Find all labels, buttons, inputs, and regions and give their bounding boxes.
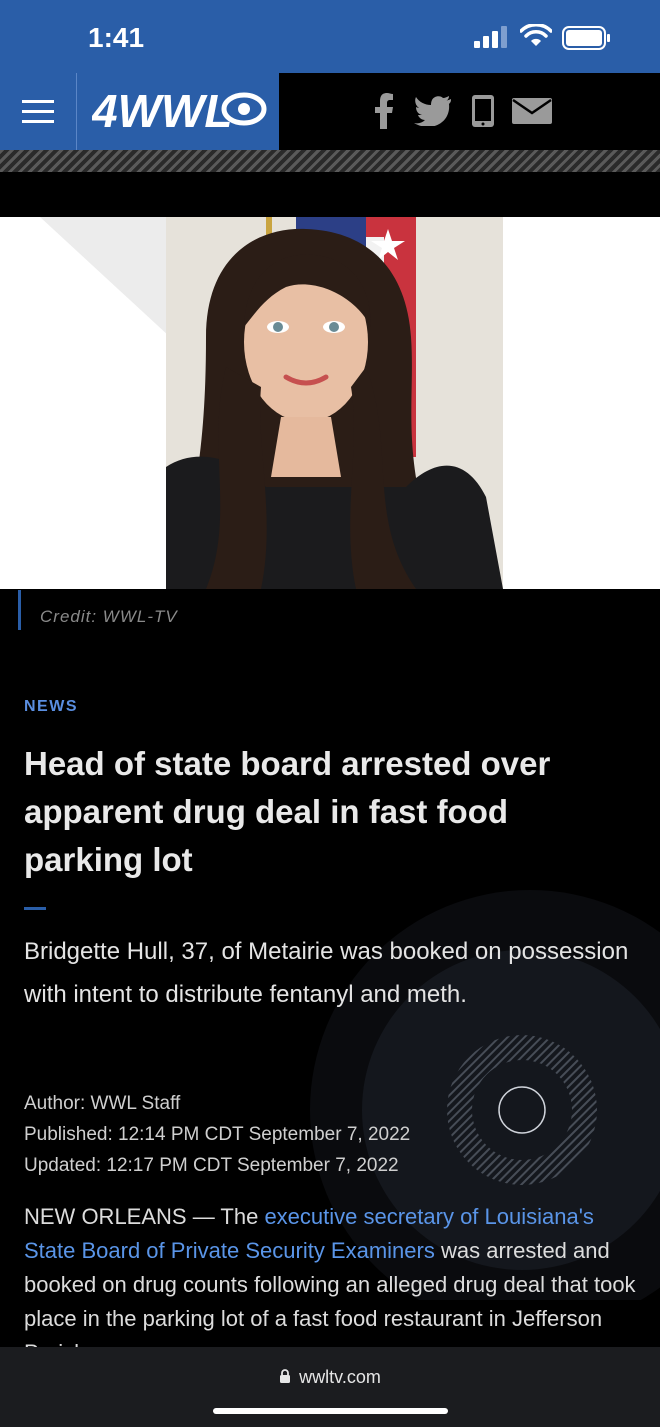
- article-published: Published: 12:14 PM CDT September 7, 202…: [24, 1124, 411, 1145]
- wwl-logo[interactable]: 4WWL: [92, 85, 272, 137]
- status-bar: 1:41: [0, 0, 660, 73]
- phone-icon[interactable]: [471, 94, 495, 128]
- status-time: 1:41: [88, 22, 145, 53]
- lock-icon: [280, 1369, 291, 1383]
- mail-icon[interactable]: [512, 98, 552, 124]
- decorative-wedge: [40, 217, 170, 337]
- article: NEWS Head of state board arrested over a…: [0, 630, 660, 1347]
- home-indicator[interactable]: [213, 1408, 448, 1414]
- twitter-icon[interactable]: [414, 96, 452, 126]
- url-text: wwltv.com: [299, 1367, 381, 1387]
- hero-photo[interactable]: [166, 217, 503, 589]
- article-headline: Head of state board arrested over appare…: [24, 745, 551, 878]
- photo-credit: Credit: WWL-TV: [18, 590, 178, 630]
- header-spacer: [0, 172, 660, 217]
- portrait-illustration: [166, 217, 503, 589]
- header-hatch-stripe: [0, 150, 660, 172]
- article-author: Author: WWL Staff: [24, 1093, 181, 1114]
- svg-text:4WWL: 4WWL: [92, 85, 233, 137]
- article-meta: Author: WWL Staff Published: 12:14 PM CD…: [24, 1088, 410, 1181]
- battery-icon: [562, 26, 610, 50]
- url-bar[interactable]: wwltv.com: [0, 1367, 660, 1388]
- site-header: 4WWL: [0, 73, 660, 150]
- article-summary: Bridgette Hull, 37, of Metairie was book…: [24, 938, 629, 1008]
- facebook-icon[interactable]: [374, 93, 394, 129]
- cellular-signal-icon: [474, 26, 507, 48]
- browser-bottom-bar: wwltv.com: [0, 1347, 660, 1427]
- brand-bar: 4WWL: [0, 73, 279, 150]
- header-divider: [76, 73, 77, 150]
- hero-image-area: [0, 217, 660, 589]
- article-category[interactable]: NEWS: [24, 698, 78, 716]
- body-lead: NEW ORLEANS — The: [24, 1204, 265, 1229]
- article-updated: Updated: 12:17 PM CDT September 7, 2022: [24, 1155, 399, 1176]
- hamburger-menu-icon[interactable]: [16, 93, 60, 133]
- wifi-icon: [520, 24, 552, 46]
- article-body-paragraph: NEW ORLEANS — The executive secretary of…: [24, 1200, 644, 1347]
- headline-accent-rule: [24, 907, 46, 910]
